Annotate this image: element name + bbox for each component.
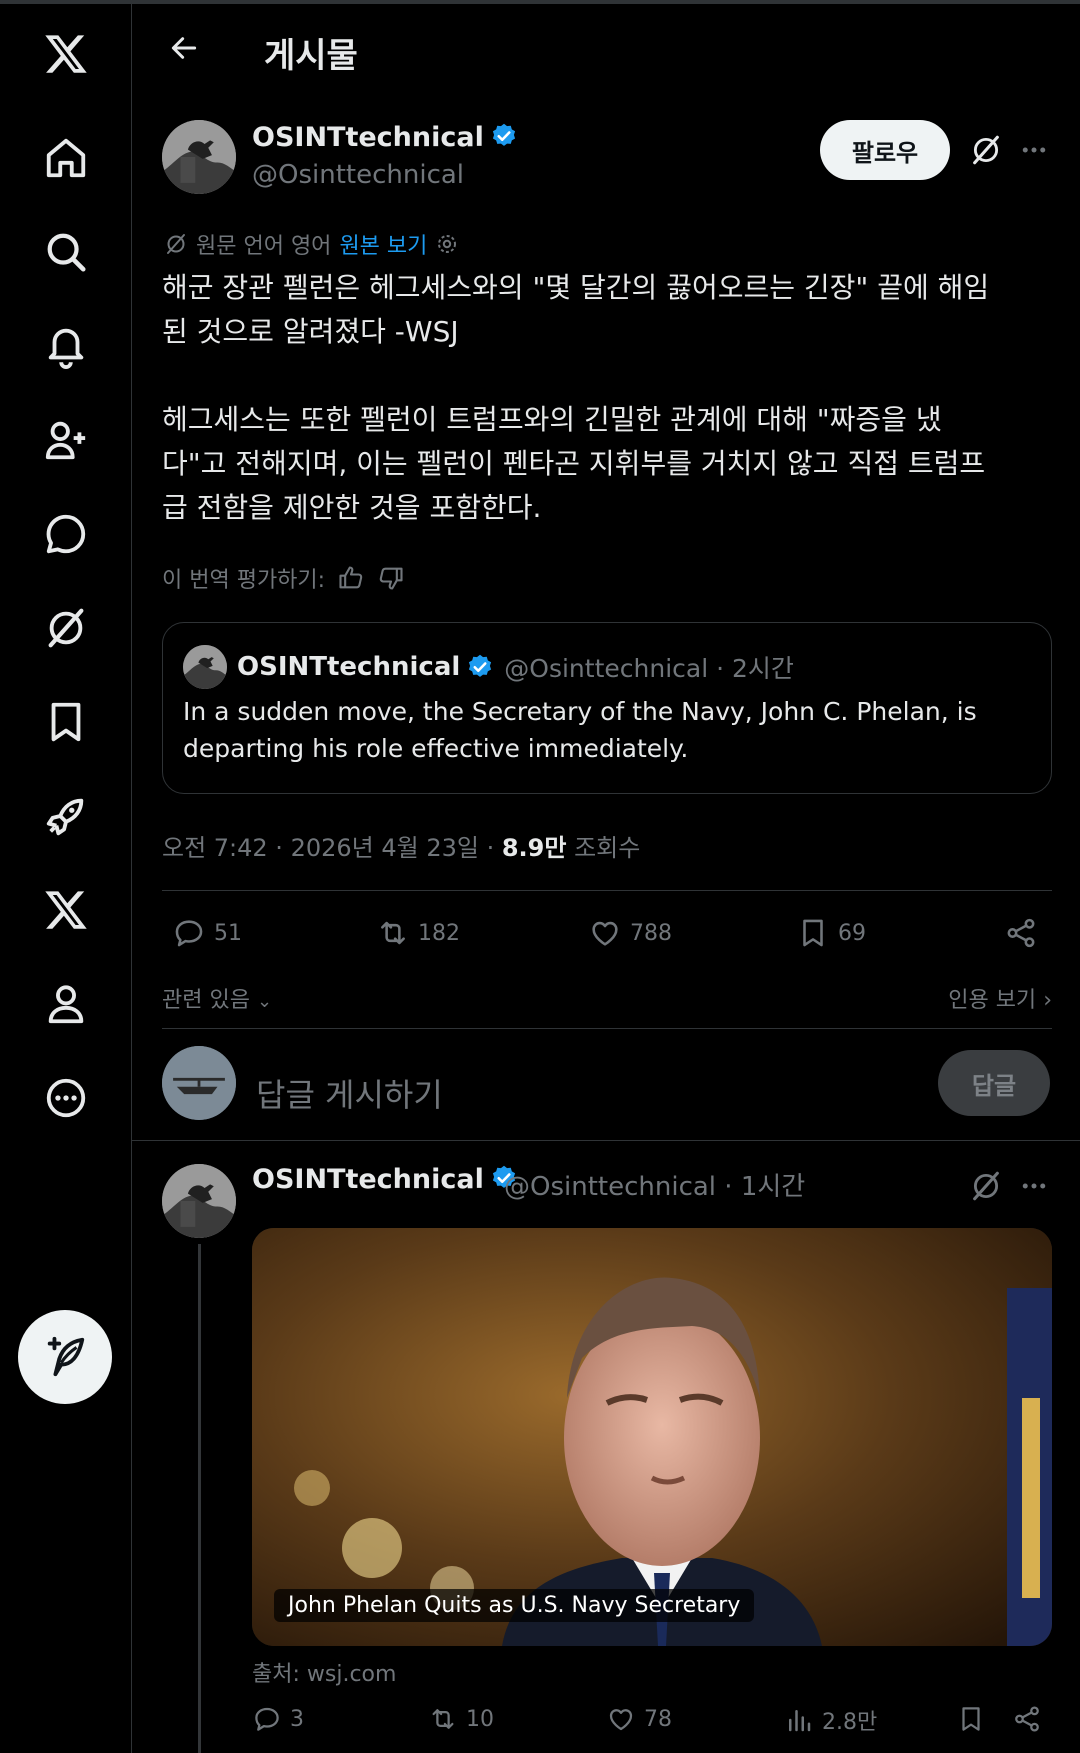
like-count: 788 xyxy=(630,920,672,946)
rate-translation-label: 이 번역 평가하기: xyxy=(162,568,326,593)
bookmark-action[interactable]: 69 xyxy=(796,916,866,950)
quoted-post-text: In a sudden move, the Secretary of the N… xyxy=(183,697,977,763)
page-title: 게시물 xyxy=(264,36,358,76)
show-original-link[interactable]: 원본 보기 xyxy=(339,228,427,260)
reply-submit-button[interactable]: 답글 xyxy=(938,1050,1050,1116)
views-count: 2.8만 xyxy=(822,1710,878,1735)
rocket-icon[interactable] xyxy=(22,772,110,860)
home-icon[interactable] xyxy=(22,114,110,202)
compose-button[interactable] xyxy=(18,1310,112,1404)
reply-icon xyxy=(175,920,203,947)
reply-count: 51 xyxy=(214,920,242,946)
post-timestamp[interactable]: 오전 7:42 · 2026년 4월 23일 · xyxy=(162,834,502,862)
reply-author-avatar[interactable] xyxy=(162,1164,236,1238)
link-card-image[interactable]: John Phelan Quits as U.S. Navy Secretary xyxy=(252,1228,1052,1646)
bookmark-action[interactable] xyxy=(956,1704,986,1734)
translate-icon xyxy=(167,234,185,254)
grok-icon[interactable] xyxy=(966,130,1006,170)
repost-action[interactable]: 182 xyxy=(376,916,460,950)
more-options-icon[interactable] xyxy=(1014,130,1054,170)
profile-icon[interactable] xyxy=(22,960,110,1048)
bookmark-icon xyxy=(803,919,823,947)
like-count: 78 xyxy=(644,1706,672,1732)
follow-button[interactable]: 팔로우 xyxy=(820,120,950,180)
reply-input[interactable]: 답글 게시하기 xyxy=(256,1070,443,1116)
like-action[interactable]: 788 xyxy=(588,916,672,950)
chat-icon[interactable] xyxy=(22,490,110,578)
reply-action[interactable]: 3 xyxy=(252,1704,304,1734)
link-card-title: John Phelan Quits as U.S. Navy Secretary xyxy=(274,1589,755,1622)
verified-badge-icon xyxy=(469,654,492,677)
share-action[interactable] xyxy=(1004,916,1038,950)
views-label: 조회수 xyxy=(566,834,641,862)
related-toggle[interactable]: 관련 있음 ⌄ xyxy=(162,982,272,1014)
section-divider xyxy=(132,1140,1080,1141)
sidebar xyxy=(0,4,132,1753)
x-premium-icon[interactable] xyxy=(22,866,110,954)
bookmark-icon[interactable] xyxy=(22,678,110,766)
repost-icon xyxy=(381,921,405,945)
reply-count: 3 xyxy=(290,1706,304,1732)
page-header: 게시물 xyxy=(132,4,1080,94)
divider xyxy=(162,1028,1052,1029)
settings-gear-icon[interactable] xyxy=(435,232,459,256)
post-text: 해군 장관 펠런은 헤그세스와의 "몇 달간의 끓어오르는 긴장" 끝에 해임 … xyxy=(162,271,990,524)
repost-action[interactable]: 10 xyxy=(428,1704,494,1734)
compose-icon xyxy=(47,1336,85,1377)
author-handle[interactable]: @Osinttechnical xyxy=(252,160,464,190)
views-count: 8.9만 xyxy=(501,834,567,862)
x-logo-icon[interactable] xyxy=(22,10,110,98)
repost-count: 10 xyxy=(466,1706,494,1732)
my-avatar[interactable] xyxy=(162,1046,236,1120)
post-meta: 오전 7:42 · 2026년 4월 23일 · 8.9만 조회수 xyxy=(162,828,640,863)
search-icon[interactable] xyxy=(22,208,110,296)
translation-label: 원문 언어 영어 xyxy=(196,234,332,259)
like-action[interactable]: 78 xyxy=(606,1704,672,1734)
analytics-icon xyxy=(789,1710,811,1732)
main-column: 게시물 OSINTtechnical @Osinttechnical 팔로우 원… xyxy=(132,4,1080,1753)
share-icon xyxy=(1007,918,1035,948)
grok-icon[interactable] xyxy=(966,1166,1006,1206)
reply-author-name[interactable]: OSINTtechnical xyxy=(252,1164,518,1195)
reply-action[interactable]: 51 xyxy=(172,916,242,950)
thumbs-down-icon[interactable] xyxy=(377,564,405,592)
repost-count: 182 xyxy=(418,920,460,946)
view-quotes-link[interactable]: 인용 보기 › xyxy=(948,982,1052,1014)
quoted-post[interactable]: OSINTtechnical @Osinttechnical · 2시간 In … xyxy=(162,622,1052,794)
translation-note: 원문 언어 영어 원본 보기 xyxy=(164,228,459,260)
bell-icon[interactable] xyxy=(22,302,110,390)
thread-line xyxy=(198,1244,201,1753)
divider xyxy=(162,890,1052,891)
rate-translation: 이 번역 평가하기: xyxy=(162,562,405,594)
heart-icon xyxy=(592,921,618,946)
portrait-image xyxy=(252,1228,1052,1646)
quoted-author-name: OSINTtechnical xyxy=(237,652,461,682)
grok-icon[interactable] xyxy=(22,584,110,672)
reply-handle-time[interactable]: @Osinttechnical · 1시간 xyxy=(504,1166,805,1203)
author-name[interactable]: OSINTtechnical xyxy=(252,122,518,153)
share-action[interactable] xyxy=(1012,1704,1042,1734)
quoted-post-header: OSINTtechnical @Osinttechnical · 2시간 xyxy=(183,645,794,689)
quoted-avatar xyxy=(183,645,227,689)
link-source[interactable]: 출처: wsj.com xyxy=(252,1656,396,1688)
more-options-icon[interactable] xyxy=(1014,1166,1054,1206)
quoted-handle-time: @Osinttechnical · 2시간 xyxy=(504,654,794,683)
bookmark-count: 69 xyxy=(838,920,866,946)
more-circle-icon[interactable] xyxy=(22,1054,110,1142)
repost-icon xyxy=(432,1709,454,1729)
bookmark-icon xyxy=(962,1707,980,1731)
views-action[interactable]: 2.8만 xyxy=(784,1704,877,1736)
avatar[interactable] xyxy=(162,120,236,194)
thumbs-up-icon[interactable] xyxy=(337,564,365,592)
back-arrow-icon[interactable] xyxy=(162,26,206,70)
verified-badge-icon xyxy=(492,123,515,146)
share-icon xyxy=(1015,1706,1039,1732)
reply-icon xyxy=(255,1707,279,1731)
add-person-icon[interactable] xyxy=(22,396,110,484)
heart-icon xyxy=(609,1709,633,1731)
